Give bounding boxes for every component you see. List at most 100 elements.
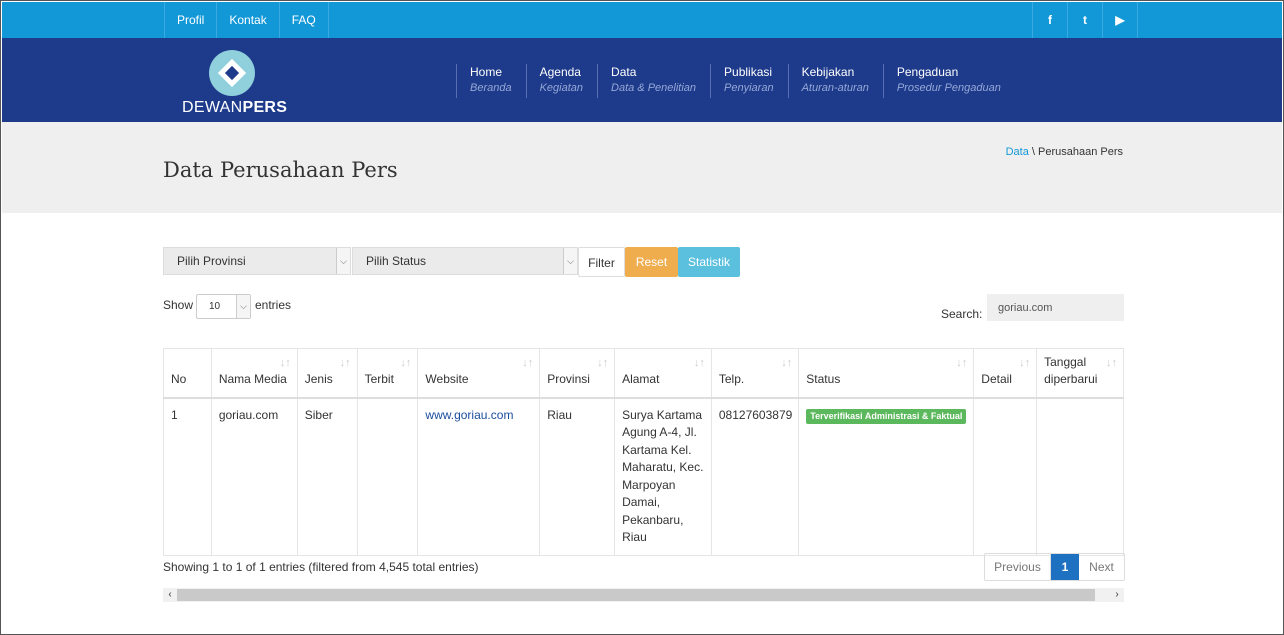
top-link-kontak[interactable]: Kontak bbox=[217, 2, 280, 38]
nav-item-title: Home bbox=[470, 65, 503, 79]
cell-detail bbox=[973, 397, 1038, 556]
province-select[interactable]: Pilih Provinsi ⌵ bbox=[163, 247, 351, 275]
column-header-status[interactable]: Status ↓↑ bbox=[798, 348, 975, 399]
main-navbar: DEWANPERS Home Beranda Agenda Kegiatan D… bbox=[2, 38, 1282, 122]
column-header-provinsi[interactable]: Provinsi ↓↑ bbox=[539, 348, 616, 399]
youtube-icon[interactable]: ▶ bbox=[1103, 2, 1138, 38]
sort-icon: ↓↑ bbox=[956, 357, 968, 369]
page-title: Data Perusahaan Pers bbox=[163, 158, 398, 182]
column-header-alamat[interactable]: Alamat ↓↑ bbox=[614, 348, 712, 399]
cell-jenis: Siber bbox=[296, 397, 358, 556]
sort-icon: ↓↑ bbox=[597, 357, 609, 369]
chevron-down-icon: ⌵ bbox=[336, 248, 350, 274]
page-1-button[interactable]: 1 bbox=[1051, 554, 1079, 580]
breadcrumb-current: Perusahaan Pers bbox=[1038, 146, 1123, 158]
nav-item-title: Pengaduan bbox=[896, 65, 959, 79]
column-header-tanggal[interactable]: Tanggal diperbarui ↓↑ bbox=[1036, 348, 1124, 399]
horizontal-scrollbar[interactable]: ‹ › bbox=[163, 588, 1124, 602]
logo-text: DEWANPERS bbox=[182, 99, 288, 116]
cell-telp: 08127603879 bbox=[710, 397, 800, 556]
nav-item-subtitle: Aturan-aturan bbox=[801, 82, 869, 94]
top-link-profil[interactable]: Profil bbox=[165, 2, 218, 38]
table-row: 1 goriau.com Siber www.goriau.com Riau S… bbox=[163, 397, 1124, 556]
sort-icon: ↓↑ bbox=[339, 357, 351, 369]
scroll-right-icon[interactable]: › bbox=[1110, 588, 1124, 602]
nav-item-data[interactable]: Data Data & Penelitian bbox=[597, 64, 710, 98]
next-page-button[interactable]: Next bbox=[1079, 554, 1124, 580]
cell-website: www.goriau.com bbox=[417, 397, 541, 556]
facebook-icon[interactable]: f bbox=[1033, 2, 1068, 38]
top-bar: Profil Kontak FAQ f t ▶ bbox=[2, 2, 1282, 38]
scroll-left-icon[interactable]: ‹ bbox=[163, 588, 177, 602]
nav-item-subtitle: Penyiaran bbox=[724, 82, 774, 94]
data-table: No Nama Media ↓↑ Jenis ↓↑ Terbit ↓↑ Website… bbox=[163, 348, 1124, 556]
filter-button[interactable]: Filter bbox=[578, 247, 625, 277]
cell-alamat: Surya Kartama Agung A-4, Jl. Kartama Kel… bbox=[614, 397, 712, 556]
reset-button[interactable]: Reset bbox=[625, 247, 678, 277]
scrollbar-thumb[interactable] bbox=[177, 589, 1095, 601]
column-header-telp[interactable]: Telp. ↓↑ bbox=[710, 348, 800, 399]
chevron-down-icon: ⌵ bbox=[236, 295, 250, 318]
nav-item-title: Kebijakan bbox=[801, 65, 855, 79]
nav-item-subtitle: Kegiatan bbox=[539, 82, 584, 94]
previous-page-button[interactable]: Previous bbox=[985, 554, 1051, 580]
browser-frame: Profil Kontak FAQ f t ▶ DEWANPERS Home B… bbox=[0, 0, 1284, 635]
show-label: Show bbox=[163, 298, 194, 312]
sort-icon: ↓↑ bbox=[781, 357, 793, 369]
province-select-value: Pilih Provinsi bbox=[177, 254, 246, 268]
sort-icon: ↓↑ bbox=[400, 357, 412, 369]
statistik-button[interactable]: Statistik bbox=[678, 247, 740, 277]
nav-item-title: Agenda bbox=[539, 65, 581, 79]
status-select-value: Pilih Status bbox=[366, 254, 427, 268]
sort-icon: ↓↑ bbox=[1019, 357, 1031, 369]
twitter-icon[interactable]: t bbox=[1068, 2, 1103, 38]
nav-menu: Home Beranda Agenda Kegiatan Data Data &… bbox=[456, 64, 1015, 98]
table-header-row: No Nama Media ↓↑ Jenis ↓↑ Terbit ↓↑ Website… bbox=[163, 348, 1124, 399]
nav-item-kebijakan[interactable]: Kebijakan Aturan-aturan bbox=[787, 64, 883, 98]
status-badge: Terverifikasi Administrasi & Faktual bbox=[806, 408, 967, 424]
cell-no: 1 bbox=[163, 397, 212, 556]
sort-icon: ↓↑ bbox=[522, 357, 534, 369]
cell-status: Terverifikasi Administrasi & Faktual bbox=[798, 397, 975, 556]
column-header-no[interactable]: No bbox=[163, 348, 212, 399]
search-label: Search: bbox=[941, 307, 983, 321]
nav-item-subtitle: Beranda bbox=[470, 82, 512, 94]
chevron-down-icon: ⌵ bbox=[563, 248, 577, 274]
nav-item-agenda[interactable]: Agenda Kegiatan bbox=[525, 64, 597, 98]
nav-item-title: Data bbox=[611, 65, 637, 79]
entries-length-value: 10 bbox=[209, 301, 221, 312]
pagination: Previous 1 Next bbox=[984, 553, 1125, 581]
column-header-terbit[interactable]: Terbit ↓↑ bbox=[356, 348, 419, 399]
nav-item-publikasi[interactable]: Publikasi Penyiaran bbox=[710, 64, 788, 98]
breadcrumb-separator: \ bbox=[1028, 146, 1038, 158]
nav-item-pengaduan[interactable]: Pengaduan Prosedur Pengaduan bbox=[882, 64, 1015, 98]
sort-icon: ↓↑ bbox=[1106, 357, 1117, 369]
breadcrumb-link-data[interactable]: Data bbox=[1006, 146, 1029, 158]
column-header-detail[interactable]: Detail ↓↑ bbox=[973, 348, 1038, 399]
search-input[interactable] bbox=[987, 294, 1124, 321]
social-links: f t ▶ bbox=[1032, 2, 1138, 38]
nav-item-subtitle: Prosedur Pengaduan bbox=[896, 82, 1001, 94]
status-select[interactable]: Pilih Status ⌵ bbox=[352, 247, 578, 275]
entries-length-select[interactable]: 10 ⌵ bbox=[196, 294, 251, 319]
entries-label: entries bbox=[255, 298, 292, 312]
cell-tanggal bbox=[1036, 397, 1124, 556]
website-link[interactable]: www.goriau.com bbox=[425, 408, 513, 422]
column-header-website[interactable]: Website ↓↑ bbox=[417, 348, 541, 399]
page-header: Data Perusahaan Pers Data \ Perusahaan P… bbox=[2, 122, 1282, 213]
cell-provinsi: Riau bbox=[539, 397, 616, 556]
cell-terbit bbox=[356, 397, 419, 556]
logo-emblem-icon bbox=[209, 50, 255, 96]
nav-item-home[interactable]: Home Beranda bbox=[456, 64, 526, 98]
cell-nama-media: goriau.com bbox=[210, 397, 298, 556]
column-header-nama-media[interactable]: Nama Media ↓↑ bbox=[210, 348, 298, 399]
sort-icon: ↓↑ bbox=[693, 357, 705, 369]
column-header-jenis[interactable]: Jenis ↓↑ bbox=[296, 348, 358, 399]
top-links: Profil Kontak FAQ bbox=[164, 2, 329, 38]
nav-item-subtitle: Data & Penelitian bbox=[611, 82, 697, 94]
sort-icon: ↓↑ bbox=[279, 357, 291, 369]
breadcrumb: Data \ Perusahaan Pers bbox=[1006, 146, 1123, 158]
table-info: Showing 1 to 1 of 1 entries (filtered fr… bbox=[163, 560, 479, 574]
dewan-pers-logo[interactable]: DEWANPERS bbox=[182, 50, 288, 116]
top-link-faq[interactable]: FAQ bbox=[280, 2, 329, 38]
